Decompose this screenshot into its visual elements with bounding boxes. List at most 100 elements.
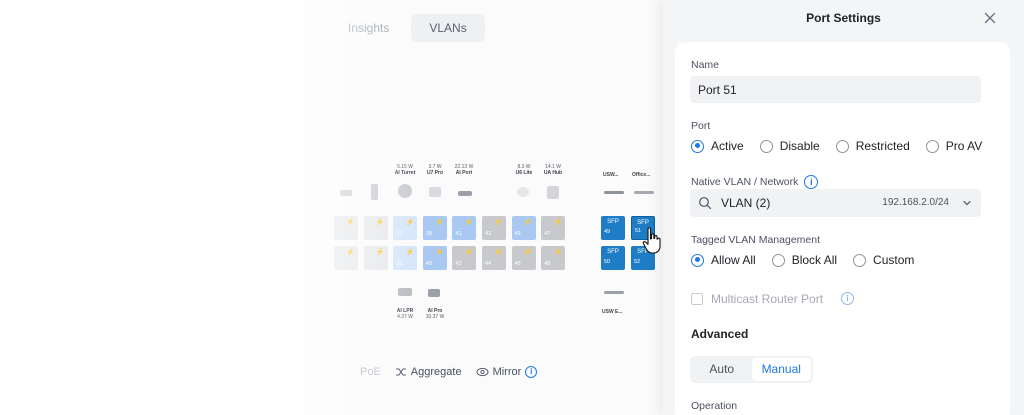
port-number: 49	[604, 229, 611, 235]
poe-icon: ⚡	[346, 219, 355, 226]
option-label: Restricted	[855, 139, 910, 153]
sfp-port-49[interactable]: SFP 49	[601, 216, 625, 240]
settings-card: Name Port 51 Port Active Disable Restric…	[675, 42, 1010, 415]
device-ai-port[interactable]: 22.13 W AI Port	[449, 164, 479, 176]
port-settings-panel: Port Settings Name Port 51 Port Active D…	[663, 0, 1024, 415]
hand-cursor-icon	[642, 227, 661, 254]
port-number: 45	[514, 231, 521, 237]
group-label-usw: USW...	[603, 172, 619, 178]
panel-header: Port Settings	[663, 0, 1024, 38]
camera-icon	[398, 184, 412, 198]
poe-action[interactable]: PoE	[360, 366, 381, 378]
overlay-fade	[0, 0, 420, 415]
switch-port[interactable]: ⚡ 47	[541, 216, 566, 240]
device-u7-pro[interactable]: 3.7 W U7 Pro	[420, 164, 450, 176]
sfp-tag: SFP	[607, 249, 619, 255]
port-mode-restricted[interactable]: Restricted	[835, 139, 910, 153]
native-vlan-select[interactable]: VLAN (2) 192.168.2.0/24	[690, 189, 981, 217]
radio-unselected	[853, 253, 867, 267]
switch-port[interactable]: ⚡ 38	[393, 246, 418, 270]
switch-port[interactable]: ⚡ 46	[511, 246, 536, 270]
device-name: U7 Pro	[426, 170, 444, 176]
tagged-vlan-group: Allow All Block All Custom	[691, 253, 914, 267]
switch-port[interactable]: ⚡ 40	[422, 246, 447, 270]
mirror-action[interactable]: Mirror i	[476, 366, 538, 378]
chevron-down-icon	[963, 200, 971, 206]
switch-port[interactable]: ⚡ 37	[393, 216, 418, 240]
device-power: 4.37 W	[397, 314, 413, 320]
device-icon	[371, 184, 378, 200]
switch-port[interactable]: ⚡ 44	[482, 246, 506, 270]
access-point-icon	[429, 187, 441, 197]
port-number: 47	[544, 231, 551, 237]
radio-unselected	[835, 139, 849, 153]
port-mode-pro-av[interactable]: Pro AV	[925, 139, 983, 153]
port-number: 41	[455, 231, 462, 237]
info-icon[interactable]: i	[525, 366, 538, 378]
aggregate-icon	[395, 368, 406, 376]
name-field[interactable]: Port 51	[690, 76, 981, 103]
native-vlan-label: Native VLAN / Network	[691, 176, 799, 188]
port-number: 50	[604, 259, 611, 265]
radio-unselected	[925, 139, 939, 153]
mode-manual-button[interactable]: Manual	[751, 358, 811, 381]
operation-label: Operation	[691, 400, 738, 412]
switch-port[interactable]: ⚡ 43	[482, 216, 506, 240]
tagged-allow-all[interactable]: Allow All	[691, 253, 756, 267]
device-ua-hub[interactable]: 14.1 W UA Hub	[538, 164, 568, 176]
close-icon[interactable]	[982, 10, 998, 26]
mode-auto-button[interactable]: Auto	[692, 358, 752, 381]
device-ai-pro[interactable]: AI Pro 10.37 W	[420, 308, 450, 320]
switch-port[interactable]: ⚡ 39	[422, 216, 447, 240]
poe-icon: ⚡	[553, 219, 563, 226]
info-icon[interactable]: i	[804, 175, 819, 189]
radio-selected	[691, 139, 704, 153]
switch-port[interactable]: ⚡	[334, 216, 358, 240]
tab-vlans[interactable]: VLANs	[411, 14, 485, 42]
access-point-icon	[517, 187, 529, 197]
poe-icon: ⚡	[523, 219, 533, 226]
tab-insights[interactable]: Insights	[330, 14, 407, 42]
switch-port[interactable]: ⚡ 42	[452, 246, 477, 270]
tagged-block-all[interactable]: Block All	[771, 253, 838, 267]
poe-icon: ⚡	[553, 249, 563, 256]
switch-port[interactable]: ⚡	[363, 216, 388, 240]
switch-port[interactable]: ⚡ 41	[452, 216, 477, 240]
switch-port[interactable]: ⚡	[363, 246, 388, 270]
port-number: 43	[485, 231, 492, 237]
tagged-custom[interactable]: Custom	[853, 253, 914, 267]
name-label: Name	[691, 59, 720, 71]
poe-icon: ⚡	[375, 219, 385, 226]
option-label: Block All	[791, 253, 838, 267]
poe-icon: ⚡	[375, 249, 385, 256]
poe-icon: ⚡	[494, 249, 503, 256]
poe-icon: ⚡	[435, 219, 444, 226]
port-number: 48	[544, 261, 551, 267]
aggregate-action[interactable]: Aggregate	[395, 366, 462, 378]
option-label: Pro AV	[945, 139, 983, 153]
info-icon[interactable]: i	[841, 292, 854, 305]
poe-icon: ⚡	[405, 219, 415, 226]
switch-port[interactable]: ⚡	[334, 246, 358, 270]
switch-icon	[604, 291, 624, 294]
multicast-router-checkbox[interactable]	[691, 293, 703, 305]
view-tabs: Insights VLANs	[330, 14, 485, 42]
port-number: 44	[485, 261, 492, 267]
switch-view: Insights VLANs 5.15 W AI Turret 3.7 W U7…	[0, 0, 665, 415]
device-ai-turret[interactable]: 5.15 W AI Turret	[390, 164, 420, 176]
sfp-port-50[interactable]: SFP 50	[601, 246, 625, 270]
panel-title: Port Settings	[806, 11, 881, 25]
port-mode-disable[interactable]: Disable	[759, 139, 820, 153]
switch-port[interactable]: ⚡ 48	[541, 246, 566, 270]
switch-port[interactable]: ⚡ 45	[511, 216, 536, 240]
device-name: U6 Lite	[515, 170, 533, 176]
camera-icon	[398, 288, 412, 296]
device-u6-lite[interactable]: 8.3 W U6 Lite	[509, 164, 539, 176]
device-ai-lpr[interactable]: AI LPR 4.37 W	[390, 308, 420, 320]
poe-icon: ⚡	[346, 249, 355, 256]
hub-icon	[547, 186, 559, 199]
option-label: Custom	[873, 253, 915, 267]
port-mode-active[interactable]: Active	[691, 139, 744, 153]
radio-selected	[691, 253, 704, 267]
native-vlan-label-row: Native VLAN / Network i	[691, 175, 819, 189]
